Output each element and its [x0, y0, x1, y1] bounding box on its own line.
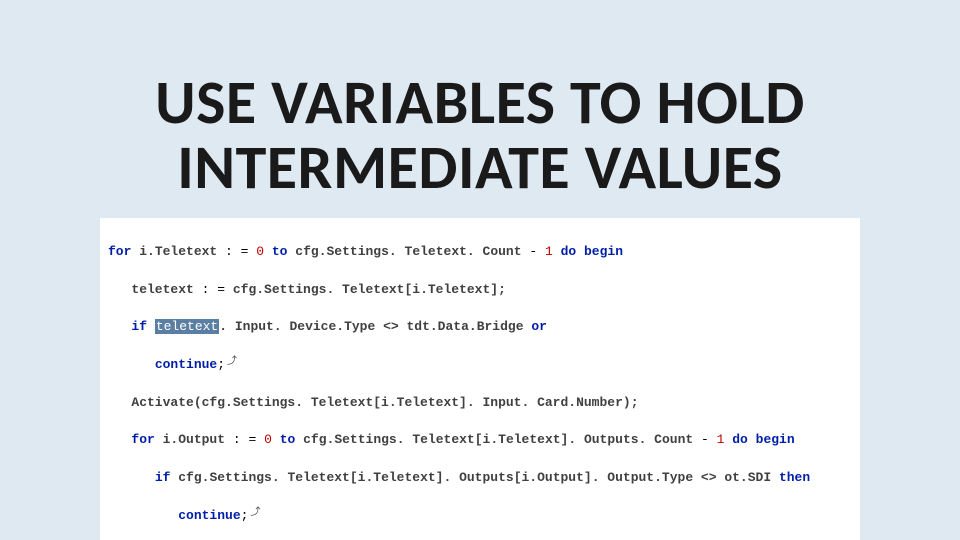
code-line: if cfg.Settings. Teletext[i.Teletext]. O…: [108, 469, 852, 488]
kw-do: do: [561, 244, 577, 259]
expr: cfg.Settings. Teletext[i.Teletext]. Outp…: [178, 470, 771, 485]
code-line: if teletext. Input. Device.Type <> tdt.D…: [108, 318, 852, 337]
kw-continue: continue: [178, 508, 240, 523]
kw-if: if: [131, 319, 147, 334]
title-line-2: INTERMEDIATE VALUES: [177, 129, 783, 205]
kw-for: for: [108, 244, 131, 259]
num: 0: [264, 432, 272, 447]
kw-to: to: [272, 244, 288, 259]
selected-text: teletext: [155, 319, 219, 334]
cursor-icon: ⤴: [250, 507, 260, 522]
kw-begin: begin: [756, 432, 795, 447]
kw-to: to: [280, 432, 296, 447]
ident: i.Teletext: [139, 244, 217, 259]
code-line: teletext : = cfg.Settings. Teletext[i.Te…: [108, 281, 852, 300]
cursor-icon: ⤴: [227, 356, 237, 371]
kw-or: or: [531, 319, 547, 334]
op-minus: -: [693, 432, 716, 447]
kw-for: for: [131, 432, 154, 447]
code-block: for i.Teletext : = 0 to cfg.Settings. Te…: [100, 218, 860, 540]
ident: i.Output: [163, 432, 225, 447]
code-line: for i.Output : = 0 to cfg.Settings. Tele…: [108, 431, 852, 450]
ident: teletext: [131, 282, 193, 297]
expr: . Input. Device.Type <> tdt.Data.Bridge: [219, 319, 523, 334]
code-line: continue;⤴: [108, 356, 852, 375]
kw-then: then: [779, 470, 810, 485]
op-assign: : =: [217, 244, 256, 259]
expr: cfg.Settings. Teletext. Count: [295, 244, 521, 259]
semicolon: ;: [217, 357, 225, 372]
code-line: Activate(cfg.Settings. Teletext[i.Telete…: [108, 394, 852, 413]
slide-title: USE VARIABLES TO HOLD INTERMEDIATE VALUE…: [155, 70, 805, 200]
slide: USE VARIABLES TO HOLD INTERMEDIATE VALUE…: [0, 0, 960, 540]
kw-begin: begin: [584, 244, 623, 259]
code-line: for i.Teletext : = 0 to cfg.Settings. Te…: [108, 243, 852, 262]
num: 1: [545, 244, 553, 259]
semicolon: ;: [241, 508, 249, 523]
code-line: continue;⤴: [108, 507, 852, 526]
num: 0: [256, 244, 264, 259]
kw-if: if: [155, 470, 171, 485]
op-minus: -: [522, 244, 545, 259]
kw-continue: continue: [155, 357, 217, 372]
call: Activate(cfg.Settings. Teletext[i.Telete…: [131, 395, 638, 410]
expr: cfg.Settings. Teletext[i.Teletext];: [233, 282, 506, 297]
op-assign: : =: [194, 282, 233, 297]
op-assign: : =: [225, 432, 264, 447]
kw-do: do: [732, 432, 748, 447]
num: 1: [717, 432, 725, 447]
expr: cfg.Settings. Teletext[i.Teletext]. Outp…: [303, 432, 693, 447]
